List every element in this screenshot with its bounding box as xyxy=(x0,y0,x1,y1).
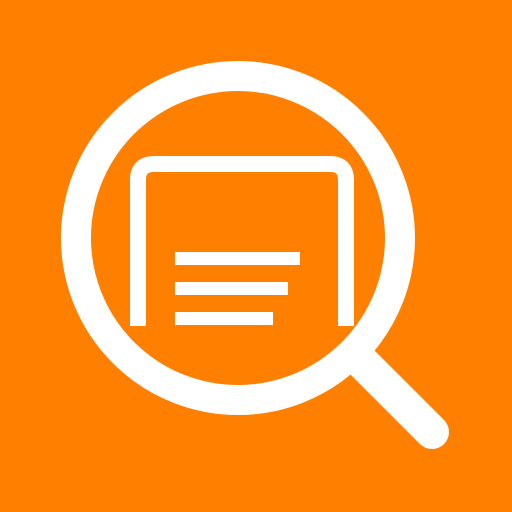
app-icon xyxy=(0,0,512,512)
document-text-line xyxy=(175,312,273,325)
tablet-speaker xyxy=(215,173,269,187)
magnifier-document-icon xyxy=(0,0,512,512)
document-sheet xyxy=(154,199,330,349)
document-text-line xyxy=(175,282,288,295)
document-text-line xyxy=(175,252,300,265)
